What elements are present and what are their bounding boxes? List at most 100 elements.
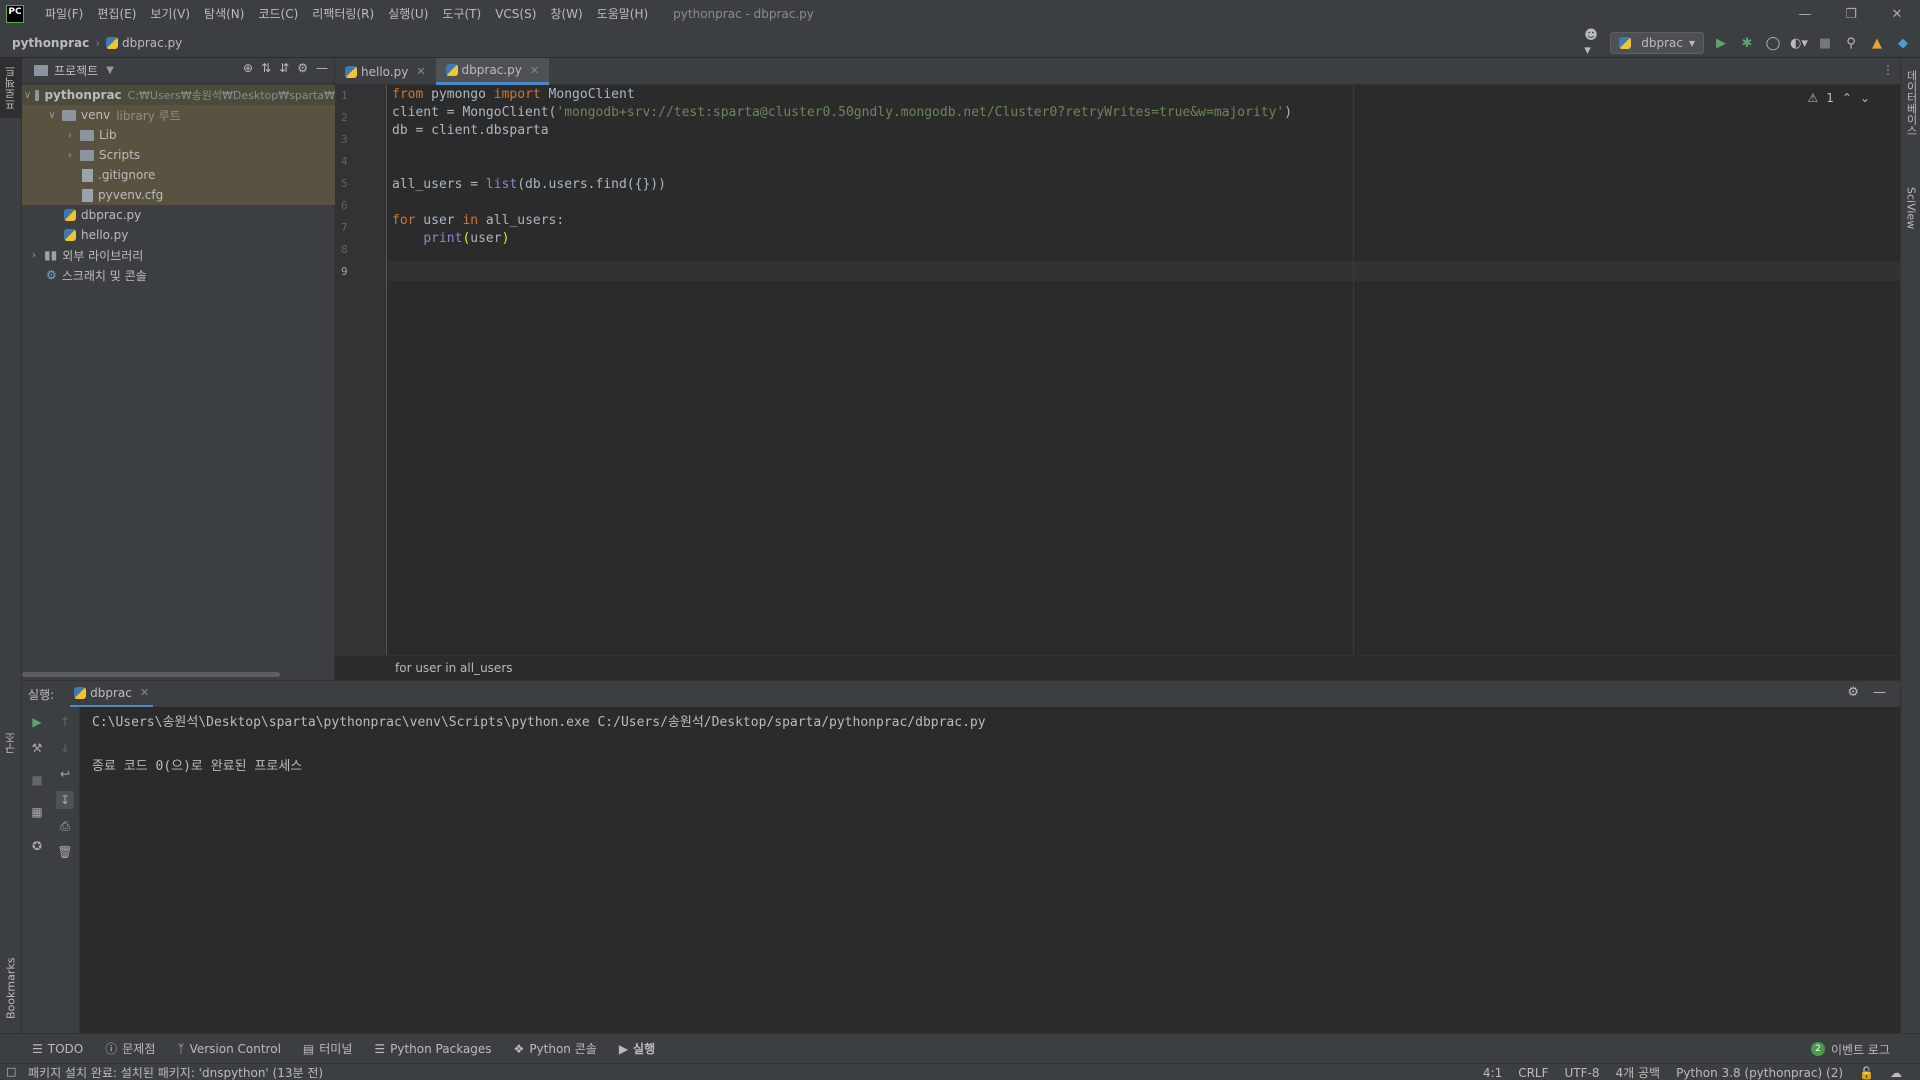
tree-item-external-libraries[interactable]: › ▮▮ 외부 라이브러리 bbox=[22, 245, 335, 265]
tree-item-scratches[interactable]: ⚙ 스크래치 및 콘솔 bbox=[22, 265, 335, 285]
restore-button[interactable]: ❐ bbox=[1828, 0, 1874, 28]
scroll-to-end-icon[interactable]: ↧ bbox=[56, 791, 74, 809]
debug-icon[interactable]: ✱ bbox=[1738, 34, 1756, 52]
gear-icon[interactable]: ⚙ bbox=[1847, 685, 1859, 700]
chevron-right-icon[interactable]: › bbox=[28, 250, 40, 261]
hide-icon[interactable]: — bbox=[316, 61, 328, 75]
tool-terminal[interactable]: ▤ 터미널 bbox=[303, 1040, 352, 1057]
tree-item-pyvenv-cfg[interactable]: pyvenv.cfg bbox=[22, 185, 335, 205]
chevron-right-icon[interactable]: › bbox=[64, 150, 76, 161]
tree-item-scripts[interactable]: › Scripts bbox=[22, 145, 335, 165]
chevron-up-icon[interactable]: ⌃ bbox=[1842, 91, 1852, 105]
wrench-icon[interactable]: ⚒ bbox=[28, 739, 46, 757]
tool-todo[interactable]: ☰ TODO bbox=[32, 1042, 83, 1056]
indent-setting[interactable]: 4개 공백 bbox=[1616, 1064, 1661, 1080]
pin-icon[interactable]: ✪ bbox=[28, 837, 46, 855]
jetbrains-icon[interactable]: ◆ bbox=[1894, 34, 1912, 52]
menu-view[interactable]: 보기(V) bbox=[143, 0, 197, 28]
code-line[interactable]: print(user) bbox=[392, 231, 509, 246]
menu-vcs[interactable]: VCS(S) bbox=[488, 0, 543, 28]
breadcrumb-project[interactable]: pythonprac bbox=[12, 36, 89, 50]
tree-item-pythonprac[interactable]: ∨ pythonprac C:₩Users₩송원석₩Desktop₩sparta… bbox=[22, 85, 335, 105]
stop-icon[interactable]: ■ bbox=[28, 771, 46, 789]
coverage-icon[interactable]: ◯ bbox=[1764, 34, 1782, 52]
sciview-tool-tab[interactable]: SciView bbox=[1901, 168, 1920, 248]
tool-python-packages[interactable]: ☰ Python Packages bbox=[374, 1042, 491, 1056]
arrow-down-icon[interactable]: ↓ bbox=[56, 739, 74, 757]
trash-icon[interactable]: 🗑 bbox=[56, 843, 74, 861]
chevron-down-icon[interactable]: ∨ bbox=[46, 110, 58, 121]
line-separator[interactable]: CRLF bbox=[1518, 1066, 1548, 1080]
project-tool-tab[interactable]: 프로젝트 bbox=[0, 58, 22, 118]
tool-python-console[interactable]: ❖ Python 콘솔 bbox=[514, 1040, 597, 1057]
update-icon[interactable]: ▲ bbox=[1868, 34, 1886, 52]
hide-icon[interactable]: — bbox=[1873, 685, 1886, 700]
tab-dbprac-py[interactable]: dbprac.py ✕ bbox=[435, 58, 550, 85]
tree-item-dbprac-py[interactable]: dbprac.py bbox=[22, 205, 335, 225]
profile-icon[interactable]: ◐▾ bbox=[1790, 34, 1808, 52]
gear-icon[interactable]: ⚙ bbox=[297, 61, 308, 75]
tree-item-lib[interactable]: › Lib bbox=[22, 125, 335, 145]
menu-file[interactable]: 파일(F) bbox=[38, 0, 90, 28]
close-icon[interactable]: ✕ bbox=[416, 65, 425, 78]
event-log-button[interactable]: 2 이벤트 로그 bbox=[1810, 1034, 1890, 1064]
run-tab-dbprac[interactable]: dbprac ✕ bbox=[70, 681, 154, 708]
tree-item-gitignore[interactable]: .gitignore bbox=[22, 165, 335, 185]
chevron-down-icon[interactable]: ⌄ bbox=[1860, 91, 1870, 105]
horizontal-scrollbar[interactable] bbox=[22, 672, 280, 677]
tool-run[interactable]: ▶ 실행 bbox=[619, 1040, 655, 1057]
menu-tools[interactable]: 도구(T) bbox=[435, 0, 488, 28]
menu-code[interactable]: 코드(C) bbox=[251, 0, 305, 28]
search-icon[interactable]: ⚲ bbox=[1842, 34, 1860, 52]
code-line[interactable]: for user in all_users: bbox=[392, 213, 564, 228]
status-message[interactable]: 패키지 설치 완료: 설치된 패키지: 'dnspython' (13분 전) bbox=[28, 1064, 323, 1080]
code-line[interactable]: all_users = list(db.users.find({})) bbox=[392, 177, 666, 192]
tool-problems[interactable]: ⓘ 문제점 bbox=[105, 1040, 155, 1057]
database-tool-tab[interactable]: 데이터베이스 bbox=[1901, 58, 1920, 148]
layout-icon[interactable]: ▦ bbox=[28, 803, 46, 821]
chevron-right-icon[interactable]: › bbox=[64, 130, 76, 141]
locate-icon[interactable]: ⊕ bbox=[243, 61, 253, 75]
close-window-button[interactable]: ✕ bbox=[1874, 0, 1920, 28]
minimize-button[interactable]: — bbox=[1782, 0, 1828, 28]
toggle-tool-windows-icon[interactable]: □ bbox=[6, 1065, 16, 1078]
collapse-all-icon[interactable]: ⇵ bbox=[279, 61, 289, 75]
expand-all-icon[interactable]: ⇅ bbox=[261, 61, 271, 75]
close-icon[interactable]: ✕ bbox=[140, 686, 149, 699]
menu-window[interactable]: 창(W) bbox=[543, 0, 589, 28]
editor-breadcrumb-item[interactable]: for user in all_users bbox=[395, 661, 513, 675]
stop-icon[interactable]: ■ bbox=[1816, 34, 1834, 52]
soft-wrap-icon[interactable]: ↩ bbox=[56, 765, 74, 783]
user-icon[interactable]: ☻▾ bbox=[1584, 28, 1602, 58]
run-configuration-select[interactable]: dbprac ▾ bbox=[1610, 32, 1704, 54]
menu-help[interactable]: 도움말(H) bbox=[590, 0, 656, 28]
caret-position[interactable]: 4:1 bbox=[1483, 1066, 1502, 1080]
tree-item-hello-py[interactable]: hello.py bbox=[22, 225, 335, 245]
lock-icon[interactable]: 🔓 bbox=[1859, 1066, 1874, 1080]
inspection-widget[interactable]: ⚠ 1 ⌃ ⌄ bbox=[1807, 91, 1870, 105]
code-line[interactable]: client = MongoClient('mongodb+srv://test… bbox=[392, 105, 1292, 120]
arrow-up-icon[interactable]: ↑ bbox=[56, 713, 74, 731]
console-output[interactable]: C:\Users\송원석\Desktop\sparta\pythonprac\v… bbox=[80, 707, 1900, 1033]
project-panel-title[interactable]: 프로젝트 bbox=[54, 62, 98, 79]
structure-tool-tab[interactable]: 구조 bbox=[0, 718, 22, 768]
menu-run[interactable]: 실행(U) bbox=[381, 0, 435, 28]
breadcrumb-file[interactable]: dbprac.py bbox=[122, 36, 182, 50]
code-editor[interactable]: 1 2 3 4 5 6 7 8 9 from pymongo import Mo… bbox=[335, 85, 1900, 655]
tree-item-venv[interactable]: ∨ venv library 루트 bbox=[22, 105, 335, 125]
python-interpreter[interactable]: Python 3.8 (pythonprac) (2) bbox=[1676, 1066, 1843, 1080]
rerun-icon[interactable]: ▶ bbox=[28, 713, 46, 731]
code-line[interactable]: db = client.dbsparta bbox=[392, 123, 549, 138]
code-line[interactable]: from pymongo import MongoClient bbox=[392, 87, 635, 102]
run-icon[interactable]: ▶ bbox=[1712, 34, 1730, 52]
more-options-icon[interactable]: ⋮ bbox=[1882, 63, 1894, 77]
bookmarks-tool-tab[interactable]: Bookmarks bbox=[0, 948, 22, 1028]
close-icon[interactable]: ✕ bbox=[530, 64, 539, 77]
menu-edit[interactable]: 편집(E) bbox=[90, 0, 143, 28]
chevron-down-icon[interactable]: ▼ bbox=[106, 65, 114, 76]
menu-refactor[interactable]: 리팩터링(R) bbox=[305, 0, 381, 28]
print-icon[interactable]: ⎙ bbox=[56, 817, 74, 835]
menu-navigate[interactable]: 탐색(N) bbox=[197, 0, 251, 28]
tab-hello-py[interactable]: hello.py ✕ bbox=[335, 58, 436, 85]
file-encoding[interactable]: UTF-8 bbox=[1565, 1066, 1600, 1080]
